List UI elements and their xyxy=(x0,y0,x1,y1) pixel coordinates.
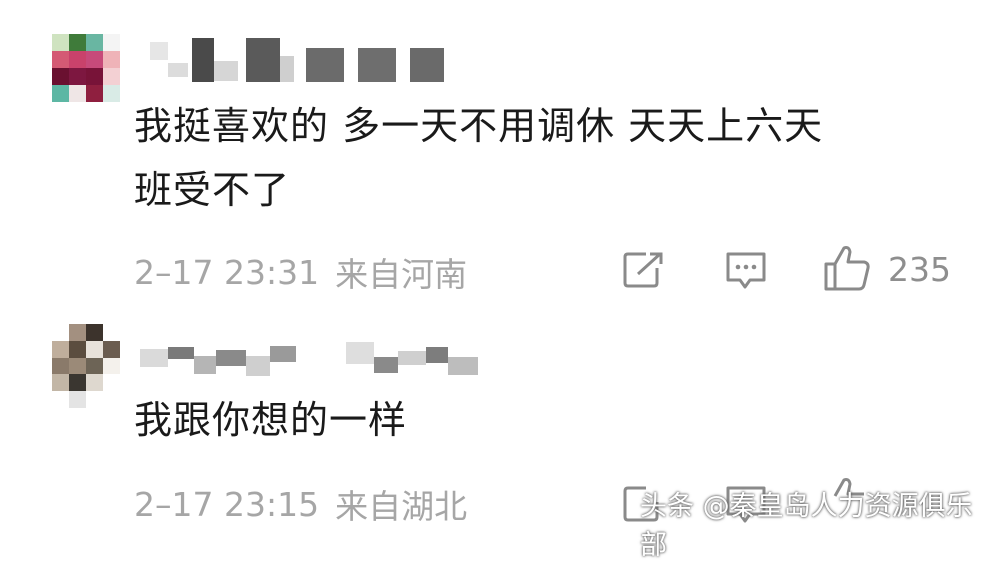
thumbs-up-icon[interactable] xyxy=(822,244,872,292)
like-count: 235 xyxy=(888,250,951,289)
username-blurred[interactable] xyxy=(140,338,478,378)
username-blurred[interactable] xyxy=(150,34,444,86)
avatar[interactable] xyxy=(52,34,120,102)
comment-text-line: 班受不了 xyxy=(134,168,291,212)
comment-icon[interactable] xyxy=(724,250,768,292)
avatar[interactable] xyxy=(52,324,120,408)
comment-text: 我跟你想的一样 xyxy=(134,392,407,448)
comment-item: 我挺喜欢的 多一天不用调休 天天上六天 班受不了 2–17 23:31 来自河南… xyxy=(0,0,998,300)
comment-location: 来自河南 xyxy=(335,255,468,294)
watermark: 头条 @秦皇岛人力资源俱乐部 xyxy=(640,491,973,561)
share-icon[interactable] xyxy=(622,250,666,290)
comment-text-line: 我挺喜欢的 多一天不用调休 天天上六天 xyxy=(134,104,824,148)
comment-text-line: 我跟你想的一样 xyxy=(134,398,408,442)
comment-date: 2–17 23:31 xyxy=(134,252,320,292)
comment-meta: 2–17 23:31 来自河南 xyxy=(134,248,467,296)
comment-location: 来自湖北 xyxy=(335,487,468,526)
comment-date: 2–17 23:15 xyxy=(134,484,320,524)
comment-text: 我挺喜欢的 多一天不用调休 天天上六天 班受不了 xyxy=(134,98,823,218)
comment-meta: 2–17 23:15 来自湖北 xyxy=(134,480,467,528)
